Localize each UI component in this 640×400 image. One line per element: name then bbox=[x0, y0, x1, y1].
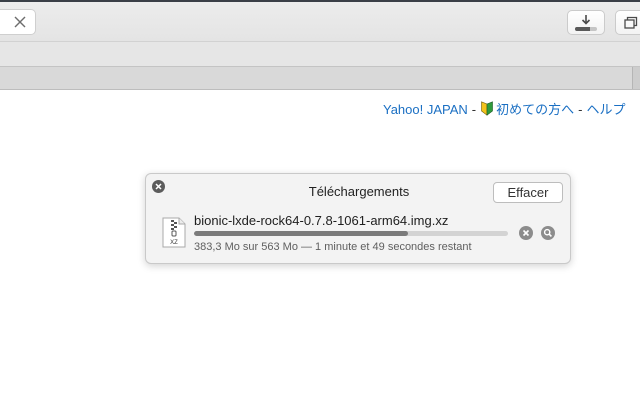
download-progress-fill bbox=[194, 231, 408, 236]
tab-bar bbox=[0, 66, 640, 90]
address-field[interactable] bbox=[0, 9, 36, 35]
browser-toolbar bbox=[0, 0, 640, 41]
favorites-bar bbox=[0, 41, 640, 66]
clear-downloads-button[interactable]: Effacer bbox=[493, 182, 563, 203]
downloads-popover: Téléchargements Effacer XZ bionic-lxde-r… bbox=[145, 173, 571, 264]
stop-circle-icon[interactable] bbox=[519, 226, 533, 240]
help-link[interactable]: ヘルプ bbox=[587, 102, 626, 117]
beginners-guide-link[interactable]: 初めての方へ bbox=[496, 102, 574, 117]
archive-file-icon: XZ bbox=[162, 217, 186, 248]
download-arrow-icon bbox=[581, 15, 591, 25]
toolbar-download-progress bbox=[575, 27, 597, 31]
yahoo-japan-link[interactable]: Yahoo! JAPAN bbox=[383, 102, 468, 117]
tab-bar-scroll-edge[interactable] bbox=[632, 67, 640, 89]
download-progress-bar bbox=[194, 231, 508, 236]
download-file-name: bionic-lxde-rock64-0.7.8-1061-arm64.img.… bbox=[194, 213, 449, 228]
downloads-button[interactable] bbox=[567, 10, 605, 35]
page-header-links: Yahoo! JAPAN - 初めての方へ - ヘルプ bbox=[383, 99, 626, 118]
toolbar-download-progress-fill bbox=[575, 27, 590, 31]
tab-overview-icon bbox=[624, 16, 638, 29]
file-badge: XZ bbox=[170, 240, 178, 246]
link-separator: - bbox=[578, 102, 583, 117]
tab-overview-button[interactable] bbox=[615, 10, 640, 35]
link-separator: - bbox=[471, 102, 477, 117]
download-status: 383,3 Mo sur 563 Mo — 1 minute et 49 sec… bbox=[194, 241, 472, 253]
shoshinsha-mark-icon bbox=[481, 101, 493, 116]
close-icon[interactable] bbox=[11, 13, 29, 31]
magnifier-icon[interactable] bbox=[541, 226, 555, 240]
